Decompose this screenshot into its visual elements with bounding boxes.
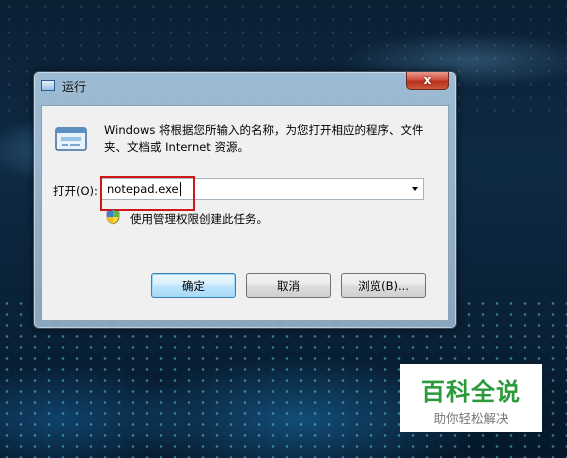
run-icon	[55, 127, 87, 151]
run-dialog-window: 运行 x Windows 将根据您所输入的名称，为您打开相应的程序、文件夹、文档…	[33, 71, 457, 329]
logo-subtitle: 助你轻松解决	[433, 411, 509, 426]
ok-button[interactable]: 确定	[151, 273, 236, 298]
uac-shield-icon	[106, 209, 120, 225]
watermark-logo: 百科全说 助你轻松解决	[400, 364, 542, 432]
admin-note: 使用管理权限创建此任务。	[130, 212, 268, 226]
close-icon: x	[423, 73, 432, 87]
cancel-button[interactable]: 取消	[246, 273, 331, 298]
logo-title: 百科全说	[421, 378, 521, 406]
run-app-icon	[41, 80, 55, 91]
run-description: Windows 将根据您所输入的名称，为您打开相应的程序、文件夹、文档或 Int…	[104, 123, 424, 154]
window-title: 运行	[62, 80, 87, 94]
browse-button[interactable]: 浏览(B)...	[341, 273, 426, 298]
close-button[interactable]: x	[406, 72, 449, 90]
dialog-body: Windows 将根据您所输入的名称，为您打开相应的程序、文件夹、文档或 Int…	[41, 105, 449, 321]
title-bar[interactable]: 运行 x	[34, 72, 456, 98]
chevron-down-icon[interactable]	[406, 179, 423, 199]
highlight-box	[100, 176, 195, 211]
open-label: 打开(O):	[53, 184, 98, 198]
